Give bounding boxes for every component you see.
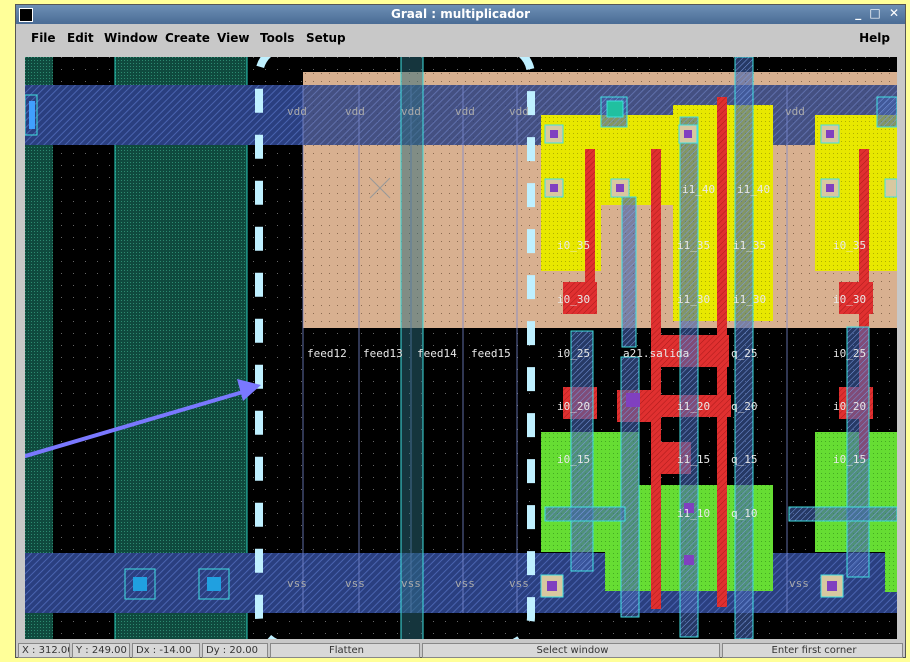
status-message: Select window xyxy=(422,643,720,658)
window-title: Graal : multiplicador xyxy=(390,7,531,21)
mode-indicator: Flatten xyxy=(270,643,420,658)
x-value: 312.00 xyxy=(38,645,69,656)
vss-label: vss xyxy=(789,577,809,590)
signal-label: i0_35 xyxy=(557,239,591,252)
signal-label: i1_40 xyxy=(682,183,716,196)
signal-label: i1_35 xyxy=(733,239,767,252)
signal-label: i1_30 xyxy=(677,293,711,306)
feed-label: feed14 xyxy=(417,347,457,360)
signal-label: i0_15 xyxy=(833,453,867,466)
vss-label: vss xyxy=(287,577,307,590)
signal-label: i0_20 xyxy=(557,400,591,413)
menu-file[interactable]: File xyxy=(31,31,56,45)
menu-setup[interactable]: Setup xyxy=(306,31,346,45)
vss-label: vss xyxy=(455,577,475,590)
vdd-label: vdd xyxy=(785,105,805,118)
vdd-label: vdd xyxy=(401,105,421,118)
vss-label: vss xyxy=(345,577,365,590)
menu-help[interactable]: Help xyxy=(859,31,890,45)
signal-label: q_10 xyxy=(731,507,758,520)
vss-label: vss xyxy=(509,577,529,590)
signal-label: i0_30 xyxy=(833,293,867,306)
dy-value: 20.00 xyxy=(229,645,258,656)
vdd-label: vdd xyxy=(509,105,529,118)
menu-edit[interactable]: Edit xyxy=(67,31,94,45)
menu-view[interactable]: View xyxy=(217,31,249,45)
signal-label: a21.salida xyxy=(623,347,690,360)
signal-label: i1_40 xyxy=(737,183,771,196)
menu-window[interactable]: Window xyxy=(104,31,158,45)
layout-drawing xyxy=(25,57,897,639)
signal-label: i1_30 xyxy=(733,293,767,306)
graal-window: Graal : multiplicador _ □ ✕ File Edit Wi… xyxy=(15,4,906,658)
menu-bar: File Edit Window Create View Tools Setup… xyxy=(16,25,905,49)
signal-label: q_15 xyxy=(731,453,758,466)
signal-label: i0_35 xyxy=(833,239,867,252)
window-controls[interactable]: _ □ ✕ xyxy=(855,6,901,20)
feed-label: feed13 xyxy=(363,347,403,360)
status-prompt: Enter first corner xyxy=(722,643,903,658)
dy-coordinate: Dy : 20.00 xyxy=(202,643,268,658)
x-coordinate: X : 312.00 xyxy=(18,643,70,658)
signal-label: i0_15 xyxy=(557,453,591,466)
signal-label: i0_25 xyxy=(833,347,867,360)
y-value: 249.00 xyxy=(91,645,127,656)
signal-label: i1_35 xyxy=(677,239,711,252)
vdd-label: vdd xyxy=(287,105,307,118)
y-label: Y : xyxy=(76,645,89,656)
signal-label: i1_20 xyxy=(677,400,711,413)
signal-label: q_25 xyxy=(731,347,758,360)
vdd-label: vdd xyxy=(455,105,475,118)
title-bar[interactable]: Graal : multiplicador _ □ ✕ xyxy=(16,5,905,24)
feed-label: feed15 xyxy=(471,347,511,360)
menu-create[interactable]: Create xyxy=(165,31,210,45)
layout-canvas[interactable]: vdd vdd vdd vdd vdd vdd vss vss vss vss … xyxy=(25,57,897,639)
dx-coordinate: Dx : -14.00 xyxy=(132,643,200,658)
status-bar: X : 312.00 Y : 249.00 Dx : -14.00 Dy : 2… xyxy=(16,643,905,659)
vss-label: vss xyxy=(401,577,421,590)
menu-tools[interactable]: Tools xyxy=(260,31,294,45)
x-label: X : xyxy=(22,645,36,656)
signal-label: i1_15 xyxy=(677,453,711,466)
signal-label: i0_25 xyxy=(557,347,591,360)
dx-value: -14.00 xyxy=(159,645,192,656)
feed-label: feed12 xyxy=(307,347,347,360)
dx-label: Dx : xyxy=(136,645,157,656)
signal-label: i0_30 xyxy=(557,293,591,306)
vdd-label: vdd xyxy=(345,105,365,118)
y-coordinate: Y : 249.00 xyxy=(72,643,130,658)
dy-label: Dy : xyxy=(206,645,227,656)
signal-label: i1_10 xyxy=(677,507,711,520)
signal-label: i0_20 xyxy=(833,400,867,413)
signal-label: q_20 xyxy=(731,400,758,413)
